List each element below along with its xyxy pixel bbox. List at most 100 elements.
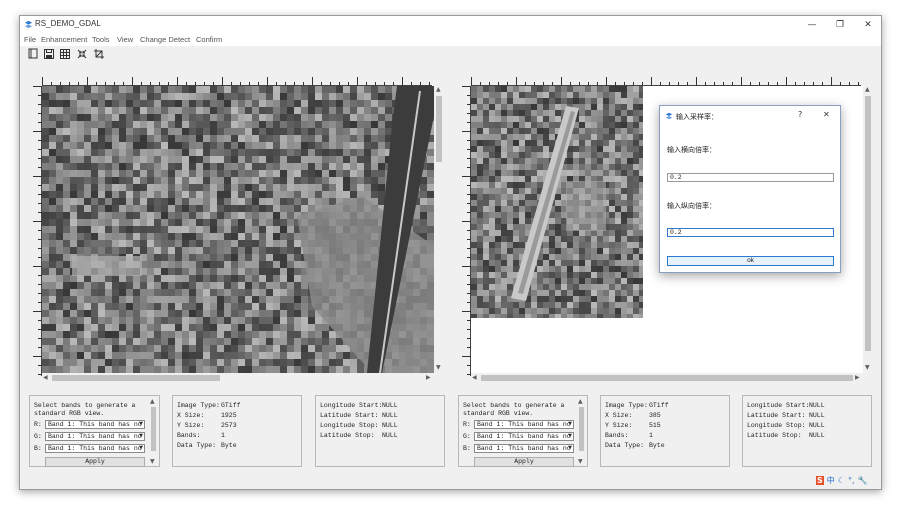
save-button[interactable] [42,47,56,60]
menu-enhancement[interactable]: Enhancement [41,35,87,44]
bands-value: 1 [221,432,225,439]
scroll-down-icon[interactable]: ▼ [150,458,155,465]
r-label: R: [463,421,471,428]
crop-button[interactable] [92,47,106,60]
scroll-right-icon[interactable]: ▶ [426,374,431,381]
menu-tools[interactable]: Tools [92,35,110,44]
right-horizontal-ruler [471,77,861,86]
menu-view[interactable]: View [117,35,133,44]
image-type-label: Image Type: [605,402,648,409]
left-horizontal-ruler [42,77,432,86]
y-size-value: 515 [649,422,661,429]
horizontal-rate-label: 输入横向倍率： [667,147,716,154]
scroll-up-icon[interactable]: ▲ [150,398,155,405]
scroll-left-icon[interactable]: ◀ [43,374,48,381]
shrink-button[interactable] [75,47,89,60]
lat-stop-value: NULL [382,432,398,439]
right-band-select-panel: Select bands to generate a standard RGB … [458,395,588,467]
band-panel-scroll-thumb[interactable] [151,407,156,451]
lat-stop-value: NULL [809,432,825,439]
g-band-select[interactable]: Band 1: This band has no ▼ [474,432,574,441]
right-vscroll-thumb[interactable] [865,96,871,351]
horizontal-rate-input[interactable]: 0.2 [667,173,834,182]
chevron-down-icon: ▼ [568,445,572,451]
scroll-up-icon[interactable]: ▲ [436,86,441,93]
g-band-select[interactable]: Band 1: This band has no ▼ [45,432,145,441]
left-hscroll-thumb[interactable] [52,375,220,381]
left-vscroll-thumb[interactable] [436,96,442,162]
b-band-select[interactable]: Band 1: This band has no ▼ [474,444,574,453]
main-window: RS_DEMO_GDAL — ❐ ✕ File Enhancement Tool… [19,15,882,490]
right-hscroll-thumb[interactable] [481,375,853,381]
r-band-select[interactable]: Band 1: This band has no ▼ [45,420,145,429]
left-horizontal-scrollbar[interactable]: ◀ ▶ [42,373,434,383]
menu-confirm[interactable]: Confirm [196,35,222,44]
minimize-button[interactable]: — [800,17,824,33]
app-logo-icon [24,20,33,29]
y-size-value: 2573 [221,422,237,429]
apply-button[interactable]: Apply [474,457,574,467]
image-type-value: GTiff [221,402,241,409]
chevron-down-icon: ▼ [568,433,572,439]
left-band-select-panel: Select bands to generate a standard RGB … [29,395,160,467]
lat-stop-label: Latitude Stop: [747,432,802,439]
ok-button[interactable]: ok [667,256,834,266]
lon-start-value: NULL [382,402,398,409]
open-file-icon [28,48,38,59]
scroll-down-icon[interactable]: ▼ [578,458,583,465]
band-panel-scrollbar[interactable]: ▲ ▼ [577,398,586,465]
left-image-viewer: ▲ ▼ ◀ ▶ [30,74,445,384]
y-size-label: Y Size: [605,422,633,429]
r-band-value: Band 1: This band has no [477,421,571,428]
grid-button[interactable] [58,47,72,60]
crop-icon [94,48,104,59]
left-vertical-scrollbar[interactable]: ▲ ▼ [434,86,444,373]
dialog-close-button[interactable]: ✕ [823,110,830,119]
wrench-icon[interactable]: 🔧 [857,476,867,485]
lon-start-label: Longitude Start: [320,402,383,409]
bands-value: 1 [649,432,653,439]
window-title: RS_DEMO_GDAL [35,19,101,28]
b-band-select[interactable]: Band 1: This band has no ▼ [45,444,145,453]
app-logo-icon [665,112,673,120]
scroll-right-icon[interactable]: ▶ [855,374,860,381]
scroll-left-icon[interactable]: ◀ [472,374,477,381]
vertical-rate-label: 输入纵向倍率： [667,203,716,210]
right-image-info-panel: Image Type: GTiff X Size: 385 Y Size: 51… [600,395,730,467]
apply-button[interactable]: Apply [45,457,145,467]
toolbar [20,46,881,62]
b-label: B: [463,445,471,452]
band-caption: standard RGB view. [34,410,105,417]
menu-file[interactable]: File [24,35,36,44]
help-button[interactable]: ? [798,110,802,119]
right-horizontal-scrollbar[interactable]: ◀ ▶ [471,373,863,383]
g-band-value: Band 1: This band has no [477,433,571,440]
scroll-up-icon[interactable]: ▲ [865,86,870,93]
vertical-rate-input[interactable]: 0.2 [667,228,834,237]
band-caption: standard RGB view. [463,410,534,417]
moon-icon[interactable]: ☾ [838,476,845,485]
right-vertical-scrollbar[interactable]: ▲ ▼ [863,86,873,373]
sogou-ime-icon[interactable]: S [816,475,824,485]
r-band-select[interactable]: Band 1: This band has no ▼ [474,420,574,429]
x-size-value: 1925 [221,412,237,419]
punctuation-icon[interactable]: °, [848,476,855,485]
menu-change-detect[interactable]: Change Detect [140,35,190,44]
band-caption: Select bands to generate a [34,402,136,409]
r-label: R: [34,421,42,428]
chevron-down-icon: ▼ [139,433,143,439]
right-vertical-ruler [462,86,471,376]
x-size-value: 385 [649,412,661,419]
left-satellite-image[interactable] [42,86,434,373]
restore-button[interactable]: ❐ [828,17,852,33]
scroll-down-icon[interactable]: ▼ [436,364,441,371]
right-geo-info-panel: Longitude Start: NULL Latitude Start: NU… [742,395,872,467]
band-panel-scrollbar[interactable]: ▲ ▼ [149,398,158,465]
scroll-down-icon[interactable]: ▼ [865,364,870,371]
close-button[interactable]: ✕ [856,17,880,33]
band-panel-scroll-thumb[interactable] [579,407,584,451]
open-file-button[interactable] [26,47,40,60]
ime-mode-indicator[interactable]: 中 [827,475,835,486]
scroll-up-icon[interactable]: ▲ [578,398,583,405]
b-band-value: Band 1: This band has no [48,445,142,452]
